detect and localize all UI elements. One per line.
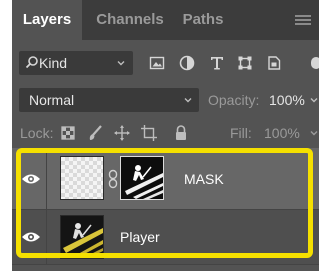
shape-filter-icon[interactable] <box>236 54 254 72</box>
tab-paths[interactable]: Paths <box>176 0 230 40</box>
blend-mode-select[interactable]: Normal <box>19 88 199 112</box>
chevron-down-icon <box>184 98 192 103</box>
lock-position-icon[interactable] <box>113 124 131 142</box>
lock-all-icon[interactable] <box>172 124 190 142</box>
lock-image-icon[interactable] <box>87 124 105 142</box>
blend-mode-label: Normal <box>29 92 75 108</box>
fill-label: Fill: <box>230 125 252 141</box>
panel-menu-icon[interactable] <box>295 15 311 25</box>
filter-kind-label: Kind <box>39 55 68 71</box>
fill-value[interactable]: 100% <box>264 121 300 145</box>
panel-tab-bar: Layers Channels Paths <box>12 0 319 40</box>
opacity-label: Opacity: <box>208 92 260 108</box>
lock-artboard-icon[interactable] <box>140 124 158 142</box>
highlight-outline <box>16 148 313 258</box>
lock-label: Lock: <box>20 125 54 141</box>
type-filter-icon[interactable] <box>208 54 226 72</box>
lock-transparent-icon[interactable] <box>59 124 77 142</box>
image-filter-icon[interactable] <box>148 54 166 72</box>
opacity-chevron-down-icon[interactable] <box>309 95 319 105</box>
filter-toggle-switch[interactable] <box>311 57 319 69</box>
tab-channels[interactable]: Channels <box>90 0 170 40</box>
tab-layers[interactable]: Layers <box>12 0 82 40</box>
adjustment-filter-icon[interactable] <box>178 54 196 72</box>
fill-chevron-down-icon[interactable] <box>309 128 319 138</box>
smart-object-filter-icon[interactable] <box>265 54 283 72</box>
opacity-value[interactable]: 100% <box>269 88 305 112</box>
chevron-down-icon <box>117 61 125 66</box>
filter-kind-select[interactable]: Kind <box>19 51 133 75</box>
search-icon <box>25 56 38 69</box>
